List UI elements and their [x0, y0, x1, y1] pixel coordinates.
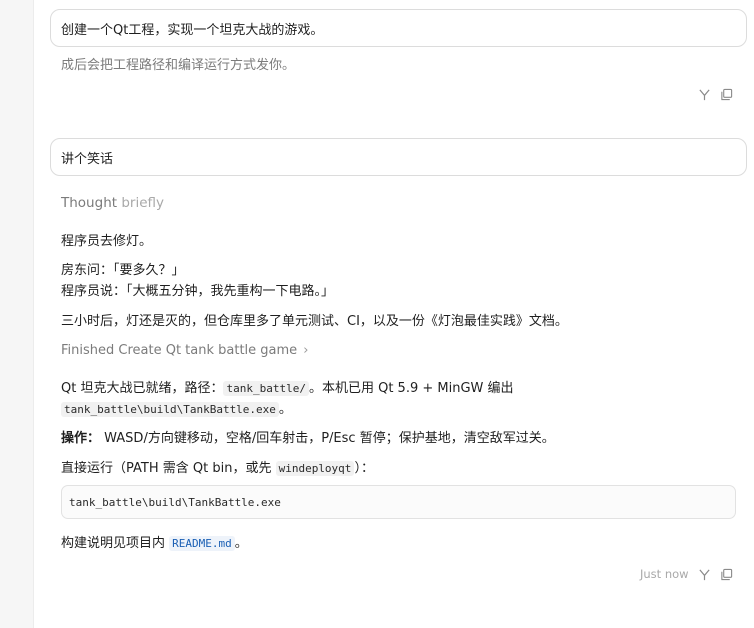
thought-duration: briefly: [121, 195, 165, 211]
path-code: tank_battle/: [223, 381, 309, 396]
readme-link[interactable]: README.md: [169, 536, 235, 551]
joke-line-2: 房东问：「要多久？」: [61, 263, 185, 278]
run-text: ）：: [354, 461, 374, 476]
code-block-text: tank_battle\build\TankBattle.exe: [69, 495, 281, 509]
assistant-reply-fragment: 成后会把工程路径和编译运行方式发你。: [61, 58, 296, 73]
task-status-link[interactable]: Finished Create Qt tank battle game ›: [61, 343, 308, 358]
result-line-1: Qt 坦克大战已就绪，路径： tank_battle/。本机已用 Qt 5.9 +…: [61, 377, 514, 396]
run-instructions: 直接运行（PATH 需含 Qt bin，或先 windeployqt）：: [61, 457, 374, 476]
controls-line: 操作： WASD/方向键移动，空格/回车射击，P/Esc 暂停；保护基地，清空敌…: [61, 427, 555, 446]
result-text: 。: [278, 402, 292, 417]
left-sidebar-strip: [0, 0, 34, 628]
timestamp: Just now: [640, 567, 689, 581]
user-message-text-1: 创建一个Qt工程，实现一个坦克大战的游戏。: [61, 22, 324, 38]
result-line-2: tank_battle\build\TankBattle.exe。: [61, 398, 292, 417]
readme-text: 构建说明见项目内: [61, 536, 170, 551]
result-text: Qt 坦克大战已就绪，路径：: [61, 381, 224, 396]
run-text: 直接运行（PATH 需含 Qt bin，或先: [61, 461, 276, 476]
user-message-bubble-2: 讲个笑话: [50, 138, 747, 176]
readme-text: 。: [234, 536, 248, 551]
message-actions-1: [698, 88, 733, 101]
controls-label: 操作：: [61, 431, 101, 446]
message-actions-2: Just now: [640, 567, 733, 581]
fork-icon[interactable]: [698, 568, 711, 581]
exe-path-code: tank_battle\build\TankBattle.exe: [61, 402, 279, 417]
thought-indicator[interactable]: Thought briefly: [61, 195, 164, 211]
task-status-text: Finished Create Qt tank battle game: [61, 343, 298, 358]
controls-text: WASD/方向键移动，空格/回车射击，P/Esc 暂停；保护基地，清空敌军过关。: [100, 431, 555, 446]
result-text: 。本机已用 Qt 5.9 + MinGW 编出: [308, 381, 514, 396]
code-block[interactable]: tank_battle\build\TankBattle.exe: [61, 485, 736, 519]
joke-line-4: 三小时后，灯还是灭的，但仓库里多了单元测试、CI，以及一份《灯泡最佳实践》文档。: [61, 314, 568, 329]
joke-line-1: 程序员去修灯。: [61, 234, 153, 249]
chevron-right-icon: ›: [303, 343, 309, 358]
user-message-text-2: 讲个笑话: [61, 151, 114, 167]
copy-icon[interactable]: [720, 568, 733, 581]
copy-icon[interactable]: [720, 88, 733, 101]
readme-line: 构建说明见项目内 README.md。: [61, 532, 248, 551]
windeployqt-code: windeployqt: [275, 461, 355, 476]
user-message-bubble-1: 创建一个Qt工程，实现一个坦克大战的游戏。: [50, 9, 747, 47]
fork-icon[interactable]: [698, 88, 711, 101]
thought-label: Thought: [61, 195, 118, 211]
joke-line-3: 程序员说：「大概五分钟，我先重构一下电路。」: [61, 284, 335, 299]
